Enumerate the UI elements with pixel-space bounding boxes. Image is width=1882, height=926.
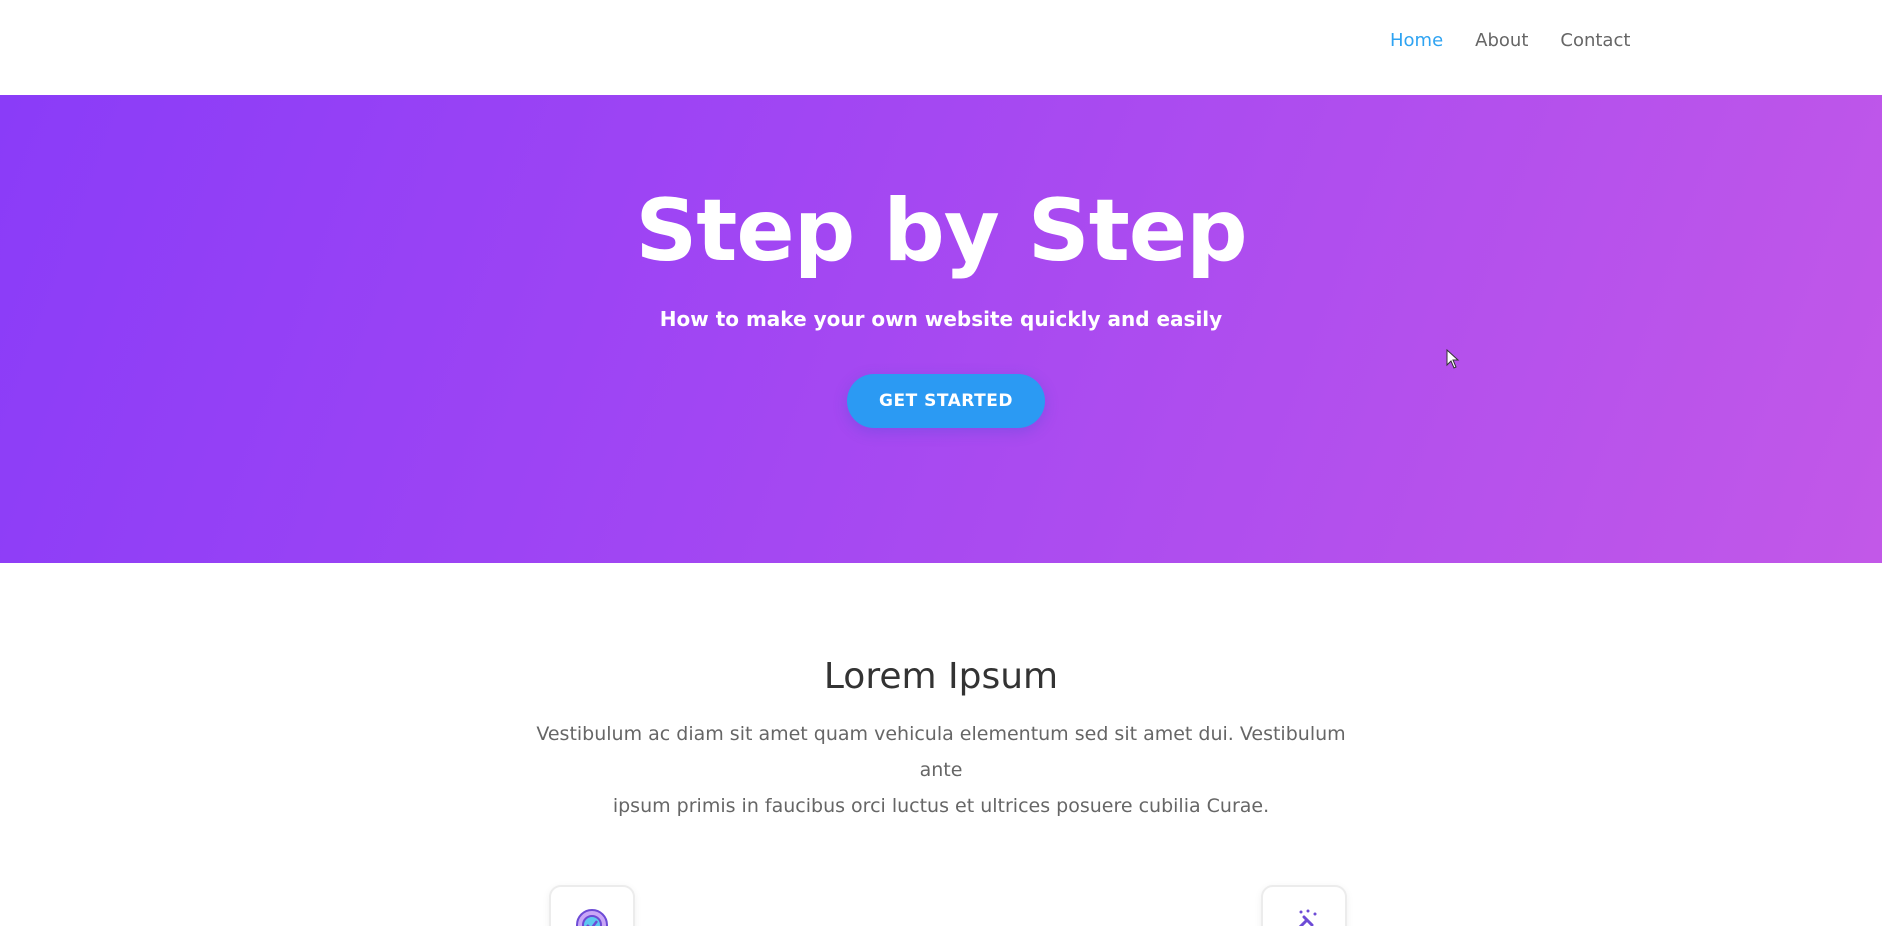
section-body-line-1: Vestibulum ac diam sit amet quam vehicul… bbox=[536, 723, 1346, 781]
nav-home-link[interactable]: Home bbox=[1390, 30, 1443, 51]
get-started-button[interactable]: GET STARTED bbox=[847, 374, 1045, 428]
site-header: Home About Contact bbox=[0, 0, 1882, 95]
target-check-icon bbox=[576, 909, 608, 926]
mouse-cursor-icon bbox=[1446, 349, 1460, 369]
nav-about-link[interactable]: About bbox=[1475, 30, 1528, 51]
feature-card-2 bbox=[1261, 885, 1347, 926]
feature-card-1 bbox=[549, 885, 635, 926]
section-body-line-2: ipsum primis in faucibus orci luctus et … bbox=[612, 795, 1270, 817]
main-nav: Home About Contact bbox=[1390, 30, 1630, 51]
page: Home About Contact Step by Step How to m… bbox=[0, 0, 1882, 926]
hero-section: Step by Step How to make your own websit… bbox=[0, 95, 1882, 563]
section-title: Lorem Ipsum bbox=[823, 656, 1059, 697]
hero-title: Step by Step bbox=[635, 181, 1247, 281]
nav-contact-link[interactable]: Contact bbox=[1560, 30, 1630, 51]
section-body: Vestibulum ac diam sit amet quam vehicul… bbox=[520, 716, 1362, 824]
hero-subtitle: How to make your own website quickly and… bbox=[659, 307, 1223, 331]
tools-icon bbox=[1298, 909, 1317, 926]
